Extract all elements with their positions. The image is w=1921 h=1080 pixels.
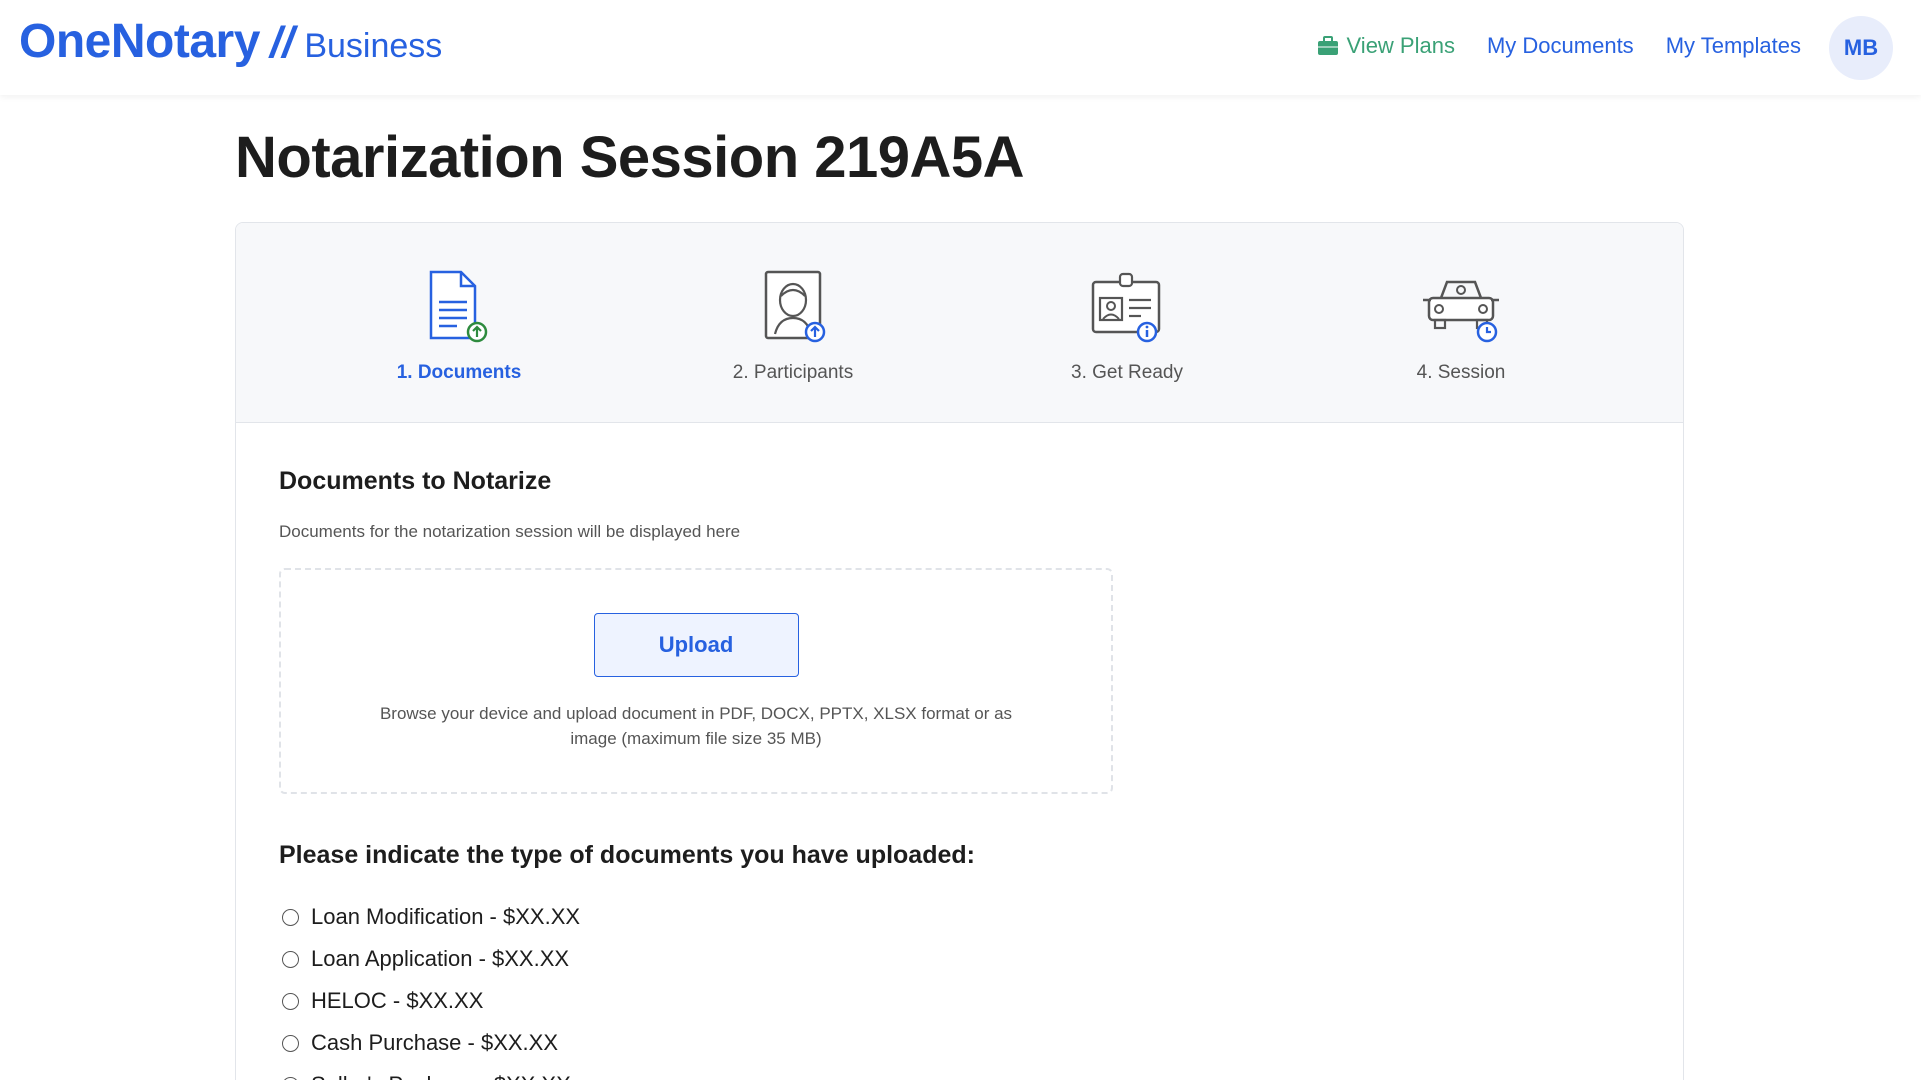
briefcase-icon <box>1317 36 1338 55</box>
car-clock-icon <box>1423 280 1499 343</box>
participant-icon <box>764 270 826 343</box>
option-label: Loan Modification - $XX.XX <box>311 904 581 929</box>
stepper: 1. Documents 2. Participants 3. Get Read… <box>236 223 1683 423</box>
documents-title: Documents to Notarize <box>279 467 552 495</box>
step-label-participants: 2. Participants <box>732 362 854 383</box>
view-plans-label: View Plans <box>1346 33 1455 58</box>
top-nav: View Plans My Documents My Templates <box>1317 33 1801 59</box>
radio-button[interactable] <box>282 908 299 926</box>
my-templates-link[interactable]: My Templates <box>1666 33 1801 59</box>
step-get-ready[interactable]: 3. Get Ready <box>1027 268 1227 384</box>
radio-button[interactable] <box>282 1034 299 1052</box>
step-session[interactable]: 4. Session <box>1361 268 1561 384</box>
doc-type-question: Please indicate the type of documents yo… <box>279 841 975 869</box>
page-title: Notarization Session 219A5A <box>235 125 1025 190</box>
step-participants[interactable]: 2. Participants <box>693 268 893 384</box>
id-card-icon <box>1091 272 1161 343</box>
doc-type-option[interactable]: Loan Application - $XX.XX <box>279 938 1640 980</box>
upload-button[interactable]: Upload <box>593 613 799 677</box>
radio-button[interactable] <box>282 1076 299 1080</box>
step-label-session: 4. Session <box>1416 362 1506 383</box>
doc-type-options: Loan Modification - $XX.XX Loan Applicat… <box>279 896 1640 1080</box>
step-label-get-ready: 3. Get Ready <box>1071 362 1183 383</box>
option-label: Loan Application - $XX.XX <box>311 946 570 971</box>
upload-dropzone[interactable]: Upload Browse your device and upload doc… <box>279 568 1113 794</box>
document-upload-icon <box>429 270 488 343</box>
doc-type-option[interactable]: Seller's Package - $XX.XX <box>279 1064 1640 1080</box>
logo[interactable]: OneNotary // Business <box>19 14 442 69</box>
doc-type-option[interactable]: Cash Purchase - $XX.XX <box>279 1022 1640 1064</box>
step-label-documents: 1. Documents <box>396 362 522 383</box>
step-documents[interactable]: 1. Documents <box>359 268 559 384</box>
option-label: HELOC - $XX.XX <box>311 988 484 1013</box>
documents-subtitle: Documents for the notarization session w… <box>279 522 741 541</box>
option-label: Seller's Package - $XX.XX <box>311 1072 571 1080</box>
doc-type-option[interactable]: HELOC - $XX.XX <box>279 980 1640 1022</box>
documents-section: Documents to Notarize Documents for the … <box>236 423 1683 1080</box>
option-label: Cash Purchase - $XX.XX <box>311 1030 559 1055</box>
radio-button[interactable] <box>282 992 299 1010</box>
logo-main-text: OneNotary <box>19 15 260 68</box>
doc-type-option[interactable]: Loan Modification - $XX.XX <box>279 896 1640 938</box>
avatar[interactable]: MB <box>1829 16 1893 80</box>
radio-button[interactable] <box>282 950 299 968</box>
my-documents-link[interactable]: My Documents <box>1487 33 1634 59</box>
top-header: OneNotary // Business View Plans My Docu… <box>0 0 1921 95</box>
logo-sub-text: Business <box>304 27 443 65</box>
session-card: 1. Documents 2. Participants 3. Get Read… <box>235 222 1684 1080</box>
upload-hint: Browse your device and upload document i… <box>379 704 1013 748</box>
logo-separator: // <box>269 18 295 67</box>
view-plans-link[interactable]: View Plans <box>1317 33 1455 59</box>
